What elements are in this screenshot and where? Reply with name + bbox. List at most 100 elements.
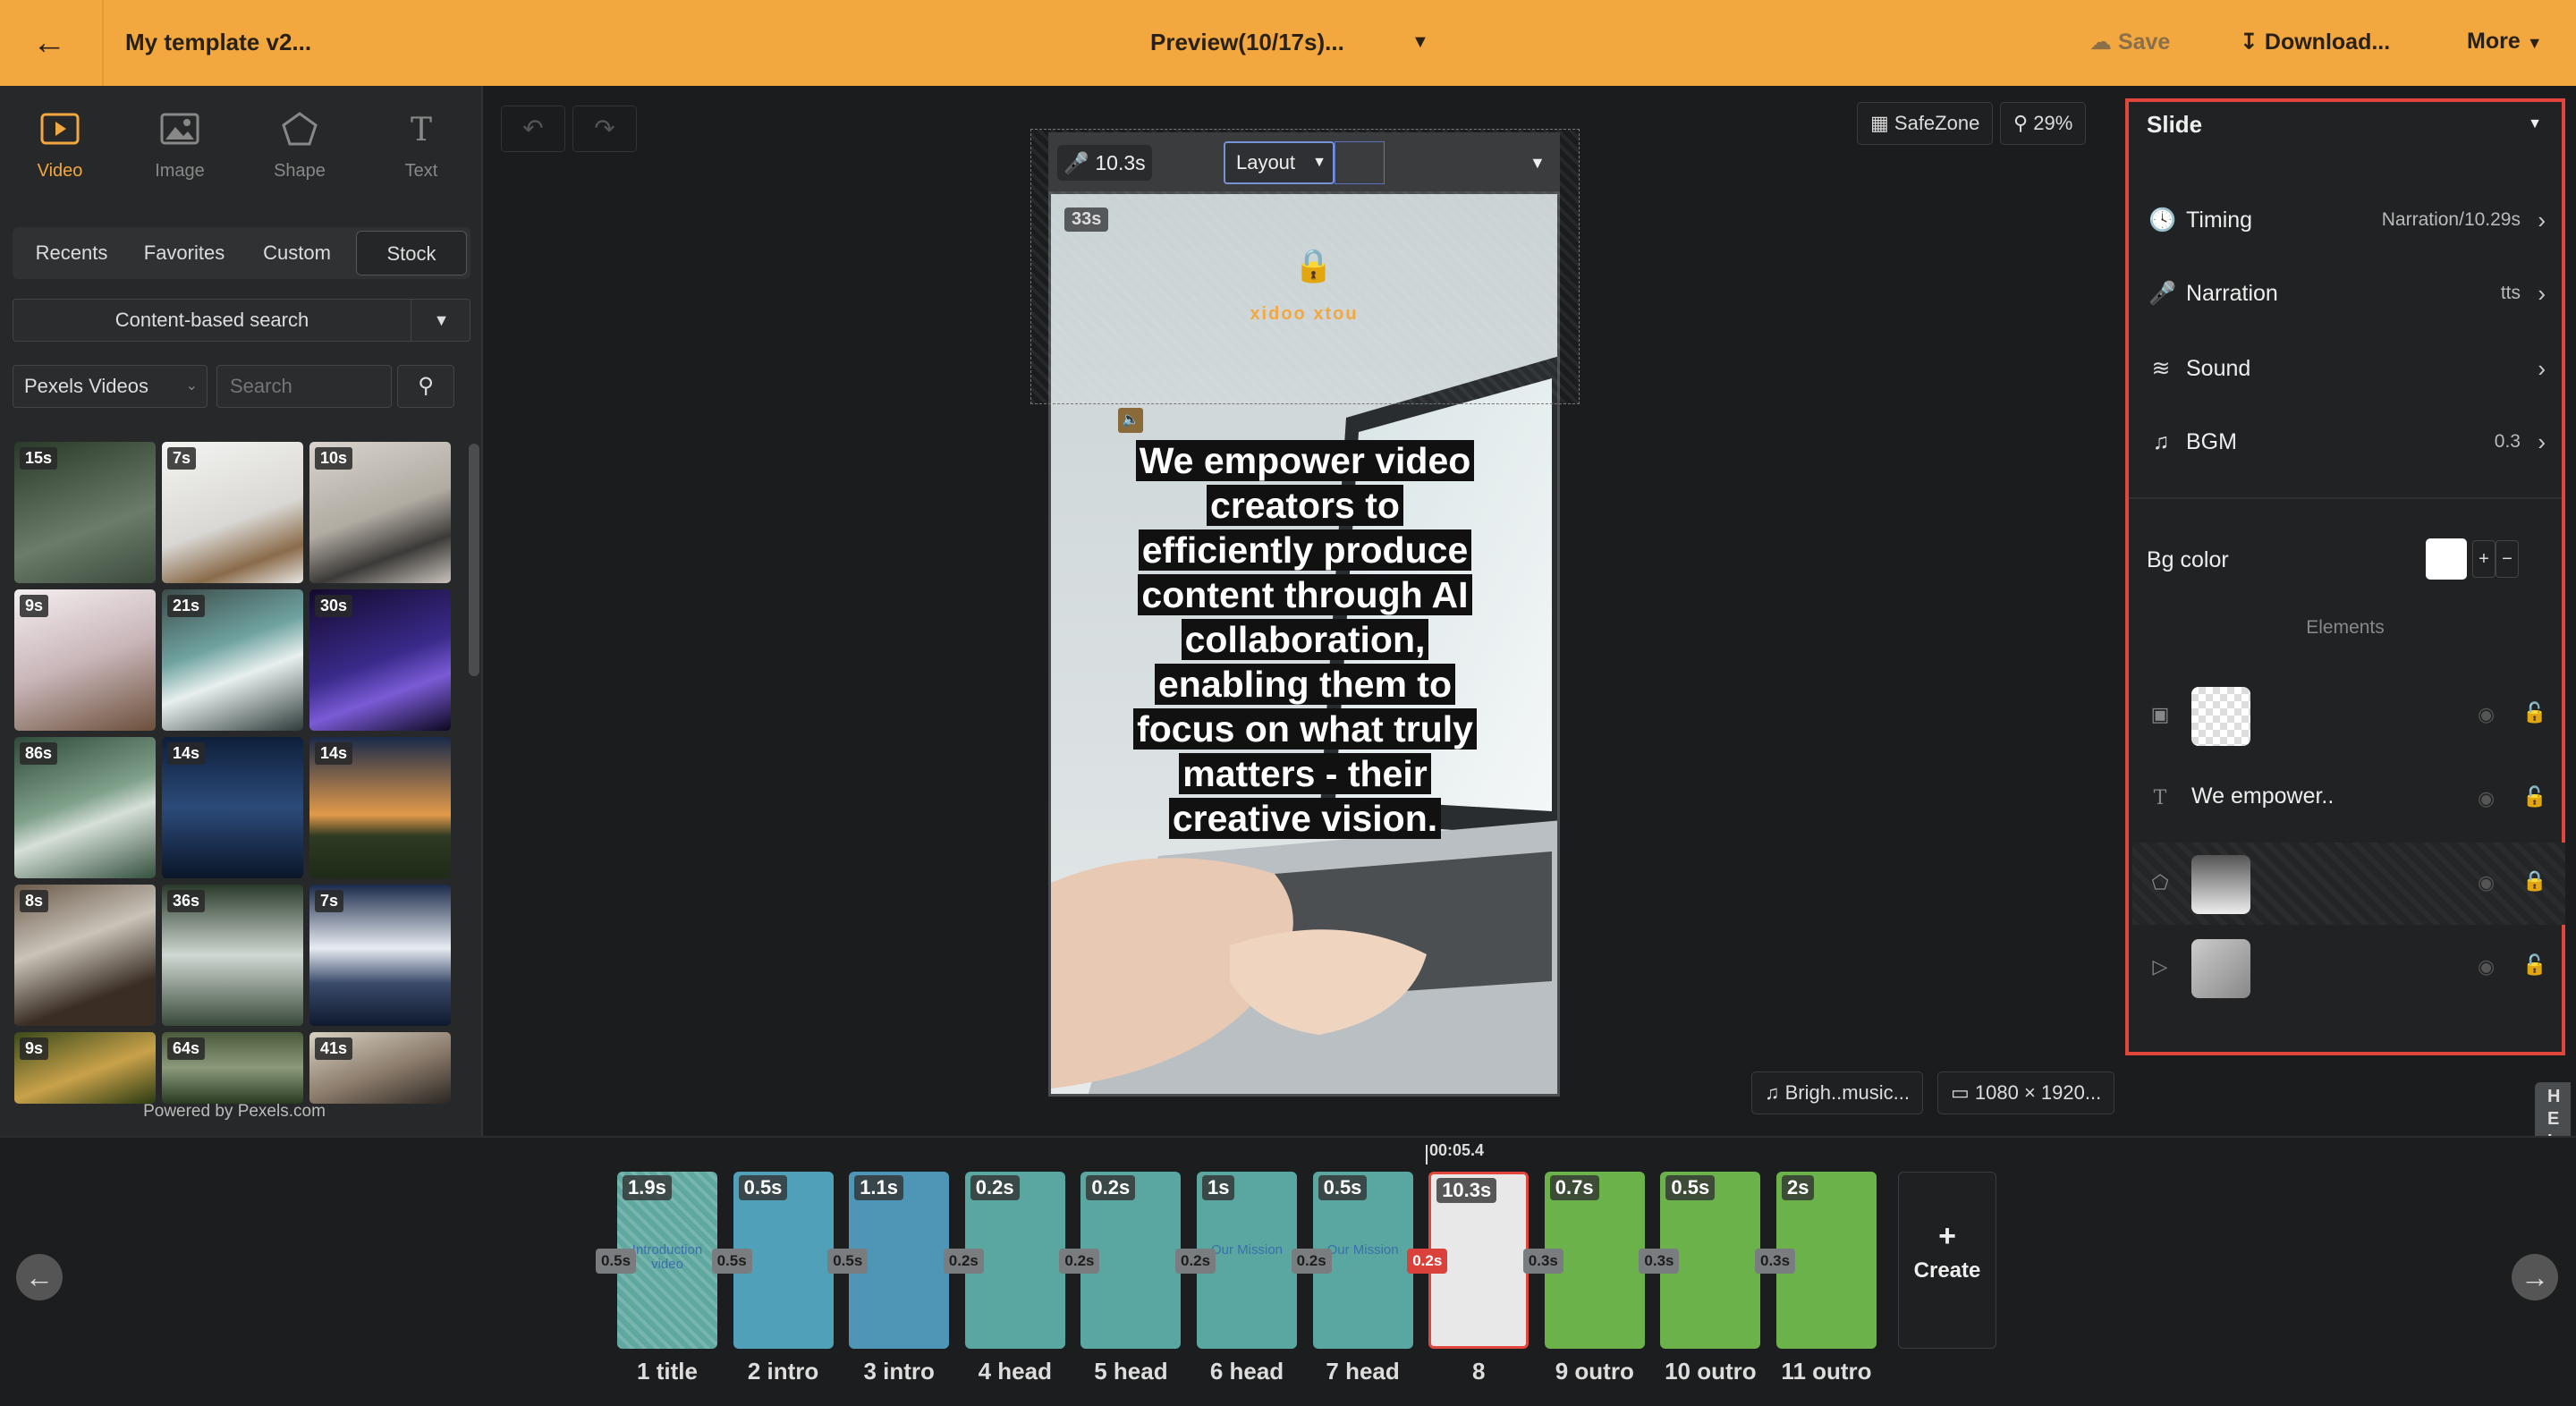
stock-video-thumbnail[interactable]: 36s <box>162 885 303 1026</box>
slide-label: 9 outro <box>1555 1358 1634 1385</box>
logo-text: xidoo xtou <box>1250 304 1359 324</box>
redo-icon[interactable]: ↷ <box>572 106 637 152</box>
chevron-right-icon: › <box>2538 428 2546 455</box>
lock-icon[interactable]: 🔒 <box>1293 247 1334 284</box>
segment-favorites[interactable]: Favorites <box>129 231 240 275</box>
bgm-row[interactable]: ♫ BGM 0.3 › <box>2148 422 2546 462</box>
speaker-icon[interactable]: 🔈 <box>1118 408 1143 433</box>
music-button[interactable]: ♫ Brigh..music... <box>1751 1071 1923 1114</box>
preview-button[interactable]: Preview(10/17s)... <box>1150 29 1344 56</box>
top-bar: ← My template v2... Preview(10/17s)... ▼… <box>0 0 2576 86</box>
transition-badge[interactable]: 0.5s <box>827 1249 869 1274</box>
stock-video-thumbnail[interactable]: 9s <box>14 1032 156 1104</box>
narration-row[interactable]: 🎤 Narration tts › <box>2148 274 2546 313</box>
bgcolor-add-button[interactable]: + <box>2472 540 2496 578</box>
duration-badge: 8s <box>20 890 49 912</box>
search-input[interactable] <box>216 365 392 408</box>
arrow-right-icon[interactable]: → <box>2512 1254 2558 1300</box>
stock-video-thumbnail[interactable]: 14s <box>309 737 451 878</box>
undo-icon[interactable]: ↶ <box>501 106 565 152</box>
stock-video-thumbnail[interactable]: 8s <box>14 885 156 1026</box>
segment-stock[interactable]: Stock <box>356 231 467 275</box>
panel-caret-icon[interactable]: ▼ <box>2528 116 2542 132</box>
download-button[interactable]: ↧ Download... <box>2240 29 2390 55</box>
transition-badge[interactable]: 0.2s <box>1407 1249 1448 1274</box>
transition-badge[interactable]: 0.5s <box>711 1249 752 1274</box>
safezone-button[interactable]: ▦ SafeZone <box>1857 102 1994 145</box>
playhead[interactable] <box>1426 1145 1428 1165</box>
stock-video-thumbnail[interactable]: 30s <box>309 589 451 731</box>
stock-video-thumbnail[interactable]: 7s <box>309 885 451 1026</box>
toolbar-caret-icon[interactable]: ▼ <box>1530 154 1546 173</box>
back-arrow-icon[interactable]: ← <box>32 25 72 61</box>
transition-badge[interactable]: 0.3s <box>1755 1249 1796 1274</box>
element-row[interactable]: ▷ ◉ 🔓 <box>2132 927 2565 1009</box>
zoom-button[interactable]: ⚲ 29% <box>2000 102 2087 145</box>
transition-badge[interactable]: 0.2s <box>1291 1249 1332 1274</box>
stock-video-thumbnail[interactable]: 14s <box>162 737 303 878</box>
tab-shape[interactable]: Shape <box>242 111 358 191</box>
cloud-upload-icon: ☁ <box>2089 30 2118 55</box>
element-duration-badge: 33s <box>1064 208 1109 232</box>
eye-icon[interactable]: ◉ <box>2478 955 2495 978</box>
layout-button[interactable]: Layout <box>1224 141 1308 184</box>
search-button[interactable]: ⚲ <box>397 365 454 408</box>
preview-caret-icon[interactable]: ▼ <box>1411 32 1429 53</box>
segment-recents[interactable]: Recents <box>16 231 127 275</box>
tab-image[interactable]: Image <box>122 111 238 191</box>
timing-row[interactable]: 🕓 Timing Narration/10.29s › <box>2148 200 2546 240</box>
unlock-icon[interactable]: 🔓 <box>2522 953 2546 977</box>
unlock-icon[interactable]: 🔓 <box>2522 701 2546 724</box>
create-slide-button[interactable]: + Create <box>1898 1172 1996 1349</box>
bgcolor-remove-button[interactable]: − <box>2496 540 2519 578</box>
lock-icon[interactable]: 🔒 <box>2522 869 2546 893</box>
layout-caret-icon[interactable]: ▼ <box>1306 141 1335 184</box>
stock-video-thumbnail[interactable]: 64s <box>162 1032 303 1104</box>
tab-video[interactable]: Video <box>2 111 118 191</box>
transition-badge[interactable]: 0.5s <box>596 1249 637 1274</box>
element-thumbnail <box>2191 855 2250 914</box>
eye-icon[interactable]: ◉ <box>2478 787 2495 810</box>
narration-time-badge[interactable]: 🎤 10.3s <box>1057 145 1152 181</box>
duration-badge: 86s <box>20 742 58 765</box>
stock-video-thumbnail[interactable]: 41s <box>309 1032 451 1104</box>
element-row[interactable]: ▣ ◉ 🔓 <box>2132 674 2565 757</box>
more-button[interactable]: More ▼ <box>2467 29 2543 55</box>
sound-row[interactable]: ≋ Sound › <box>2148 349 2546 388</box>
caret-down-icon[interactable]: ▼ <box>411 300 471 341</box>
transition-badge[interactable]: 0.3s <box>1639 1249 1680 1274</box>
selection-box <box>1335 141 1385 184</box>
element-row[interactable]: T We empower.. ◉ 🔓 <box>2132 758 2565 841</box>
stock-video-thumbnail[interactable]: 86s <box>14 737 156 878</box>
duration-badge: 10s <box>315 447 353 470</box>
stock-video-thumbnail[interactable]: 10s <box>309 442 451 583</box>
arrow-left-icon[interactable]: ← <box>16 1254 63 1300</box>
slide-duration: 0.7s <box>1549 1175 1599 1200</box>
slide-duration: 1s <box>1202 1175 1235 1200</box>
template-title[interactable]: My template v2... <box>125 29 311 56</box>
transition-badge[interactable]: 0.2s <box>1175 1249 1216 1274</box>
zoom-value: 29% <box>2033 112 2073 134</box>
resolution-button[interactable]: ▭ 1080 × 1920... <box>1937 1071 2115 1114</box>
stock-video-thumbnail[interactable]: 9s <box>14 589 156 731</box>
unlock-icon[interactable]: 🔓 <box>2522 785 2546 809</box>
headline-text[interactable]: We empower video creators to efficiently… <box>1122 438 1488 841</box>
stock-video-thumbnail[interactable]: 7s <box>162 442 303 583</box>
segment-custom[interactable]: Custom <box>242 231 352 275</box>
transition-badge[interactable]: 0.2s <box>943 1249 984 1274</box>
bgcolor-swatch[interactable] <box>2426 538 2467 580</box>
eye-icon[interactable]: ◉ <box>2478 871 2495 894</box>
slide-label: 11 outro <box>1781 1358 1872 1385</box>
text-icon: T <box>410 112 432 148</box>
transition-badge[interactable]: 0.3s <box>1522 1249 1563 1274</box>
tab-text[interactable]: T Text <box>363 111 479 191</box>
scrollbar[interactable] <box>469 444 479 676</box>
content-search-select[interactable]: Content-based search ▼ <box>13 299 470 342</box>
eye-icon[interactable]: ◉ <box>2478 703 2495 726</box>
source-select[interactable]: Pexels Videos ⌄ <box>13 365 208 408</box>
stock-video-thumbnail[interactable]: 15s <box>14 442 156 583</box>
stock-video-thumbnail[interactable]: 21s <box>162 589 303 731</box>
save-button[interactable]: ☁ Save <box>2089 29 2170 55</box>
element-row[interactable]: ⬠ ◉ 🔒 <box>2132 843 2565 925</box>
transition-badge[interactable]: 0.2s <box>1059 1249 1100 1274</box>
